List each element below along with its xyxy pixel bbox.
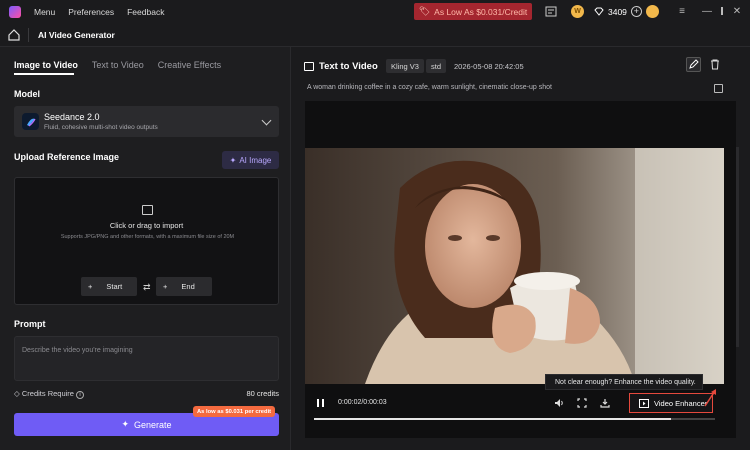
video-enhancer-button[interactable]: Video Enhancer (629, 393, 713, 413)
sub-bar: AI Video Generator (0, 23, 750, 47)
upload-title: Click or drag to import (109, 221, 184, 230)
swap-icon[interactable]: ⇄ (143, 282, 151, 293)
preview-panel: Text to Video Kling V3 std 2026-05-08 20… (292, 47, 750, 450)
active-tab-underline (14, 73, 74, 75)
progress-bar[interactable] (314, 418, 715, 420)
prompt-label: Prompt (14, 319, 46, 329)
credits-require-value: 80 credits (246, 389, 279, 398)
info-icon[interactable]: i (76, 391, 85, 399)
generate-label: Generate (134, 419, 172, 430)
playback-time: 0:00:02/0:00:03 (338, 399, 387, 406)
menu-item-preferences[interactable]: Preferences (68, 7, 114, 17)
upload-hint: Supports JPG/PNG and other formats, with… (60, 234, 235, 240)
maximize-icon[interactable] (702, 4, 723, 18)
upload-dropzone[interactable]: Click or drag to import Supports JPG/PNG… (14, 177, 279, 305)
ai-image-label: AI Image (239, 155, 272, 165)
add-credits-icon[interactable]: + (630, 6, 642, 17)
prompt-input[interactable]: Describe the video you're imagining (14, 336, 279, 381)
credits-balance[interactable]: 3409 + (590, 3, 646, 20)
result-title: Text to Video (319, 61, 378, 72)
enhance-play-icon (639, 398, 649, 408)
model-select[interactable]: Seedance 2.0 Fluid, cohesive multi-shot … (14, 106, 279, 137)
edit-icon[interactable] (686, 57, 701, 72)
tab-image-to-video[interactable]: Image to Video (14, 60, 78, 70)
progress-fill (314, 418, 671, 420)
created-date: 2026-05-08 20:42:05 (454, 62, 524, 71)
tab-creative-effects[interactable]: Creative Effects (158, 60, 221, 70)
menu-item-menu[interactable]: Menu (34, 7, 55, 17)
plus-icon: + (163, 282, 168, 291)
download-icon[interactable] (600, 398, 610, 408)
video-frame[interactable] (305, 148, 724, 384)
promo-banner[interactable]: 🏷 As Low As $0.031/Credit (414, 3, 532, 20)
generator-panel: Image to Video Text to Video Creative Ef… (0, 47, 291, 450)
diamond-icon (594, 7, 604, 16)
divider (28, 28, 29, 42)
plus-icon: + (88, 282, 93, 291)
close-icon[interactable]: ✕ (730, 4, 744, 18)
coin-icon[interactable]: W (571, 5, 584, 18)
mode-tag: std (426, 59, 447, 73)
model-tag: Kling V3 (386, 59, 424, 73)
sparkle-icon: ✦ (229, 155, 237, 165)
model-name: Seedance 2.0 (44, 112, 100, 122)
diamond-icon: ◇ (14, 389, 20, 398)
app-logo (9, 5, 21, 18)
volume-icon[interactable] (554, 398, 564, 408)
pause-icon[interactable] (317, 399, 324, 407)
scrollbar[interactable] (736, 147, 739, 347)
model-description: Fluid, cohesive multi-shot video outputs (44, 124, 158, 131)
home-icon[interactable] (8, 29, 20, 41)
video-player[interactable]: 0:00:02/0:00:03 Not clear enough? Enhanc… (305, 101, 736, 438)
price-badge: As low as $0.031 per credit (193, 406, 276, 417)
credits-require-label: Credits Require (21, 389, 74, 398)
menu-item-feedback[interactable]: Feedback (127, 7, 164, 17)
ai-image-button[interactable]: ✦ AI Image (222, 151, 279, 169)
arrow-indicator-icon (704, 389, 716, 407)
model-label: Model (14, 89, 40, 99)
start-frame-button[interactable]: + Start (81, 277, 137, 296)
video-icon (304, 62, 314, 71)
page-title: AI Video Generator (38, 30, 115, 40)
seedance-logo-icon (22, 113, 39, 130)
mode-tabs: Image to Video Text to Video Creative Ef… (14, 60, 221, 70)
end-frame-button[interactable]: + End (156, 277, 212, 296)
promo-text: As Low As $0.031/Credit (434, 6, 528, 17)
enhance-tooltip: Not clear enough? Enhance the video qual… (545, 374, 703, 390)
fullscreen-icon[interactable] (577, 398, 587, 408)
image-icon (142, 205, 153, 215)
copy-icon[interactable] (714, 84, 723, 93)
trash-icon[interactable] (710, 59, 720, 70)
tab-text-to-video[interactable]: Text to Video (92, 60, 144, 70)
video-enhancer-label: Video Enhancer (654, 398, 708, 408)
upload-label: Upload Reference Image (14, 152, 120, 162)
end-label: End (181, 282, 195, 291)
credits-require-row: ◇ Credits Require i 80 credits (14, 389, 279, 399)
credits-count: 3409 (608, 6, 627, 17)
chevron-down-icon (261, 115, 272, 126)
avatar[interactable] (646, 5, 659, 18)
prompt-placeholder: Describe the video you're imagining (22, 347, 133, 354)
sparkle-icon: ✦ (121, 419, 129, 429)
menu-lines-icon[interactable]: ≡ (675, 4, 689, 18)
start-label: Start (106, 282, 123, 291)
news-icon[interactable] (544, 5, 557, 18)
result-prompt: A woman drinking coffee in a cozy cafe, … (307, 84, 552, 91)
sale-tag-icon: 🏷 (418, 6, 431, 16)
